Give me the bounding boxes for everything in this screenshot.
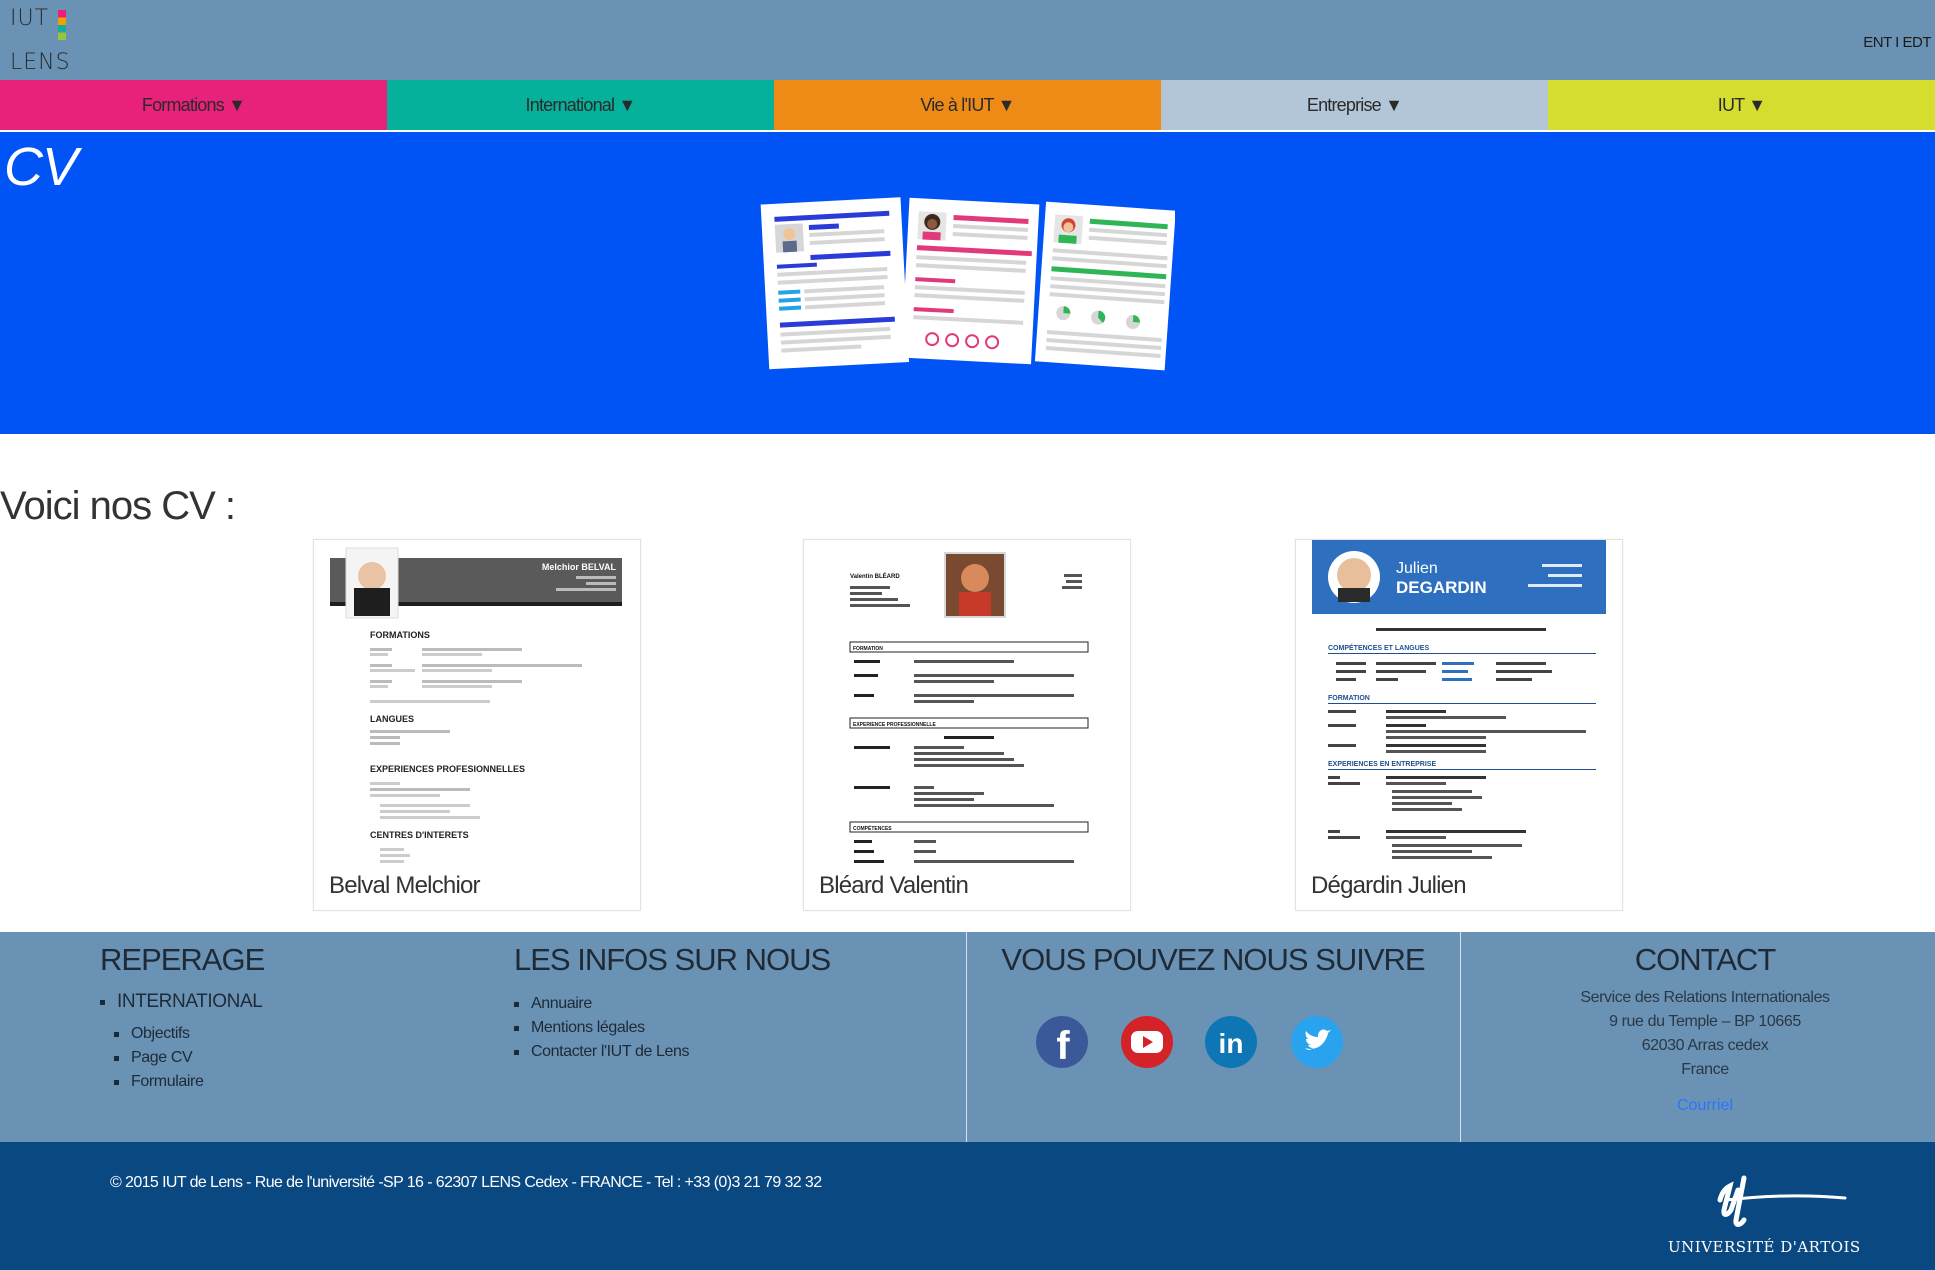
footer-social-title: VOUS POUVEZ NOUS SUIVRE [1001,942,1425,977]
contact-line: 62030 Arras cedex [1641,1037,1769,1054]
thumb-first-name: Julien [1396,560,1438,577]
thumb-section: EXPERIENCES PROFESIONNELLES [370,764,525,774]
copyright-text: © 2015 IUT de Lens - Rue de l'université… [110,1174,822,1191]
cv-card-bleard[interactable]: Valentin BLÉARD FORMATION EXPERIENCE PRO… [803,539,1131,911]
footer-infos-title: LES INFOS SUR NOUS [514,942,831,977]
nav-label: International ▼ [525,94,637,115]
thumb-section: FORMATION [1328,695,1370,702]
cv-card-belval[interactable]: Melchior BELVAL FORMATIONS LANGUES EXPER… [313,539,641,911]
thumb-section: COMPÉTENCES ET LANGUES [1328,643,1429,652]
cv-card-degardin[interactable]: Julien DEGARDIN COMPÉTENCES ET LANGUES F… [1295,539,1623,911]
link-label: Objectifs [131,1025,190,1042]
thumb-section: FORMATION [853,646,883,652]
thumb-header-name: Melchior BELVAL [542,562,617,572]
footer-contact-title: CONTACT [1634,942,1777,977]
courriel-link[interactable]: Courriel [1460,1097,1935,1115]
youtube-icon[interactable] [1121,1016,1173,1068]
nav-entreprise[interactable]: Entreprise ▼ [1161,80,1548,130]
bottom-bar: © 2015 IUT de Lens - Rue de l'université… [0,1142,1935,1270]
contact-address: Service des Relations Internationales 9 … [1460,986,1935,1082]
nav-iut[interactable]: IUT ▼ [1548,80,1935,130]
hero-banner: CV [0,132,1935,434]
thumb-header-name: Valentin BLÉARD [850,572,900,580]
cv-thumbnail: Valentin BLÉARD FORMATION EXPERIENCE PRO… [849,552,1089,863]
page-title: CV [4,137,78,197]
logo-text-iut: IUT [10,6,50,31]
logo-color-bar [58,10,66,40]
linkedin-icon[interactable]: in [1205,1016,1257,1068]
reperage-list: INTERNATIONAL [100,990,264,1014]
iut-lens-logo[interactable]: IUT LENS [10,6,72,76]
thumb-section: COMPÉTENCES [853,824,892,832]
reperage-sublist: Objectifs Page CV Formulaire [114,1022,264,1094]
contact-line: France [1681,1061,1729,1078]
thumb-section: EXPERIENCE PROFESSIONNELLE [853,722,936,728]
thumb-section: EXPERIENCES EN ENTREPRISE [1328,761,1436,768]
contact-line: Service des Relations Internationales [1580,989,1830,1006]
svg-text:in: in [1219,1028,1244,1059]
link-label: Formulaire [131,1073,204,1090]
ent-edt-links[interactable]: ENT I EDT [1863,34,1931,51]
footer-link-contacter[interactable]: Contacter l'IUT de Lens [514,1040,830,1064]
footer: REPERAGE INTERNATIONAL Objectifs Page CV… [0,932,1935,1142]
nav-label: Formations ▼ [141,94,246,115]
twitter-icon[interactable] [1291,1016,1343,1068]
main-nav: Formations ▼ International ▼ Vie à l'IUT… [0,80,1935,130]
nav-label: Entreprise ▼ [1306,94,1403,115]
cv-illustration [760,197,1175,371]
facebook-icon[interactable]: f [1036,1016,1088,1068]
footer-infos: LES INFOS SUR NOUS Annuaire Mentions lég… [514,942,831,1152]
cv-card-name[interactable]: Dégardin Julien [1311,872,1467,900]
footer-link-mentions-legales[interactable]: Mentions légales [514,1016,830,1040]
university-name: UNIVERSITÉ D'ARTOIS [1668,1238,1861,1256]
link-label: Annuaire [531,995,592,1012]
footer-reperage: REPERAGE INTERNATIONAL Objectifs Page CV… [100,942,265,1152]
nav-international[interactable]: International ▼ [387,80,774,130]
footer-reperage-title: REPERAGE [100,942,265,977]
thumb-last-name: DEGARDIN [1396,578,1487,597]
nav-formations[interactable]: Formations ▼ [0,80,387,130]
logo-text-lens: LENS [10,50,71,75]
infos-list: Annuaire Mentions légales Contacter l'IU… [514,992,830,1064]
contact-line: 9 rue du Temple – BP 10665 [1609,1013,1801,1030]
cv-card-name[interactable]: Belval Melchior [329,872,481,900]
svg-text:f: f [1056,1024,1070,1068]
link-label: INTERNATIONAL [117,991,263,1012]
footer-contact: CONTACT Service des Relations Internatio… [1460,942,1935,1152]
link-label: Mentions légales [531,1019,645,1036]
thumb-section: LANGUES [370,714,414,724]
footer-link-page-cv[interactable]: Page CV [114,1046,264,1070]
footer-link-objectifs[interactable]: Objectifs [114,1022,264,1046]
footer-link-annuaire[interactable]: Annuaire [514,992,830,1016]
footer-link-international[interactable]: INTERNATIONAL [100,990,264,1014]
cv-thumbnail: Julien DEGARDIN COMPÉTENCES ET LANGUES F… [1312,540,1606,859]
thumb-section: CENTRES D'INTERETS [370,830,469,840]
cv-card-name[interactable]: Bléard Valentin [819,872,969,900]
link-label: Page CV [131,1049,193,1066]
footer-link-formulaire[interactable]: Formulaire [114,1070,264,1094]
nav-label: Vie à l'IUT ▼ [920,94,1015,115]
link-label: Contacter l'IUT de Lens [531,1043,690,1060]
nav-label: IUT ▼ [1717,94,1766,115]
section-title: Voici nos CV : [0,484,236,528]
top-header: IUT LENS ENT I EDT [0,0,1935,80]
thumb-section: FORMATIONS [370,630,430,640]
cv-thumbnail: Melchior BELVAL FORMATIONS LANGUES EXPER… [330,547,622,863]
nav-vie-iut[interactable]: Vie à l'IUT ▼ [774,80,1161,130]
